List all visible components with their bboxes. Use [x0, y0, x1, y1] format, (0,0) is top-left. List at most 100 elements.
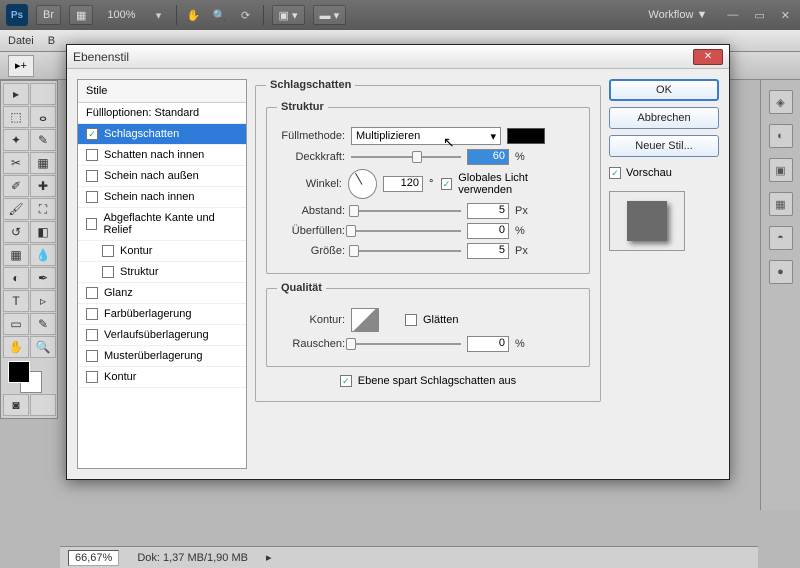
noise-slider[interactable]: [351, 337, 461, 351]
checkbox-icon[interactable]: [86, 149, 98, 161]
brush-tool[interactable]: 🖌: [3, 198, 29, 220]
current-tool-preset[interactable]: ▸+: [8, 55, 34, 77]
preview-checkbox[interactable]: ✓: [609, 167, 621, 179]
quick-select-tool[interactable]: ✎: [30, 129, 56, 151]
type-tool[interactable]: T: [3, 290, 29, 312]
eyedropper-tool[interactable]: ✐: [3, 175, 29, 197]
blur-tool[interactable]: 💧: [30, 244, 56, 266]
hand-icon[interactable]: ✋: [185, 9, 203, 22]
cancel-button[interactable]: Abbrechen: [609, 107, 719, 129]
notes-tool[interactable]: ✎: [30, 313, 56, 335]
crop-tool[interactable]: ✂: [3, 152, 29, 174]
zoom-icon[interactable]: 🔍: [211, 9, 229, 22]
size-slider[interactable]: [351, 244, 461, 258]
blend-mode-dropdown[interactable]: Multiplizieren▾: [351, 127, 501, 145]
distance-slider[interactable]: [351, 204, 461, 218]
marquee-tool[interactable]: ⬚: [3, 106, 29, 128]
eraser-tool[interactable]: ◧: [30, 221, 56, 243]
style-bevel-contour[interactable]: Kontur: [78, 241, 246, 262]
style-drop-shadow[interactable]: ✓Schlagschatten: [78, 124, 246, 145]
opacity-input[interactable]: 60: [467, 149, 509, 165]
style-blending-options[interactable]: Füllloptionen: Standard: [78, 103, 246, 124]
opacity-slider[interactable]: [351, 150, 461, 164]
style-inner-glow[interactable]: Schein nach innen: [78, 187, 246, 208]
view-extras-button[interactable]: ▦: [69, 5, 93, 25]
masks-panel-icon[interactable]: ▣: [769, 158, 793, 182]
knockout-checkbox[interactable]: ✓: [340, 375, 352, 387]
path-tool[interactable]: ▹: [30, 290, 56, 312]
quick-mask[interactable]: ◙: [3, 394, 29, 416]
rotate-icon[interactable]: ⟳: [237, 9, 255, 22]
menu-edit[interactable]: B: [48, 35, 55, 47]
status-arrow-icon[interactable]: ▸: [266, 551, 272, 564]
style-stroke[interactable]: Kontur: [78, 367, 246, 388]
chevron-down-icon[interactable]: ▾: [150, 9, 168, 22]
checkbox-icon[interactable]: [102, 245, 114, 257]
style-outer-glow[interactable]: Schein nach außen: [78, 166, 246, 187]
move-tool[interactable]: ▸: [3, 83, 29, 105]
bridge-button[interactable]: Br: [36, 5, 61, 25]
info-panel-icon[interactable]: ●: [769, 260, 793, 284]
noise-input[interactable]: 0: [467, 336, 509, 352]
checkbox-icon[interactable]: ✓: [86, 128, 98, 140]
global-light-checkbox[interactable]: ✓: [441, 178, 453, 190]
checkbox-icon[interactable]: [86, 350, 98, 362]
arrange-button[interactable]: ▣ ▾: [272, 5, 305, 25]
close-icon[interactable]: ✕: [777, 9, 794, 22]
status-zoom[interactable]: 66,67%: [68, 550, 119, 566]
style-bevel-texture[interactable]: Struktur: [78, 262, 246, 283]
gradient-tool[interactable]: ▦: [3, 244, 29, 266]
checkbox-icon[interactable]: [102, 266, 114, 278]
shape-tool[interactable]: ▭: [3, 313, 29, 335]
new-style-button[interactable]: Neuer Stil...: [609, 135, 719, 157]
checkbox-icon[interactable]: [86, 308, 98, 320]
checkbox-icon[interactable]: [86, 170, 98, 182]
styles-panel-icon[interactable]: ◓: [769, 226, 793, 250]
zoom-tool[interactable]: 🔍: [30, 336, 56, 358]
checkbox-icon[interactable]: [86, 191, 98, 203]
swatches-panel-icon[interactable]: ▦: [769, 192, 793, 216]
checkbox-icon[interactable]: [86, 287, 98, 299]
checkbox-icon[interactable]: [86, 218, 97, 230]
dodge-tool[interactable]: ◐: [3, 267, 29, 289]
distance-input[interactable]: 5: [467, 203, 509, 219]
style-satin[interactable]: Glanz: [78, 283, 246, 304]
lasso-tool[interactable]: ⴰ: [30, 106, 56, 128]
angle-input[interactable]: 120: [383, 176, 423, 192]
minimize-icon[interactable]: —: [723, 9, 742, 21]
angle-dial[interactable]: [348, 169, 377, 199]
style-gradient-overlay[interactable]: Verlaufsüberlagerung: [78, 325, 246, 346]
history-brush-tool[interactable]: ↺: [3, 221, 29, 243]
close-icon[interactable]: ✕: [693, 49, 723, 65]
style-color-overlay[interactable]: Farbüberlagerung: [78, 304, 246, 325]
hand-tool[interactable]: ✋: [3, 336, 29, 358]
checkbox-icon[interactable]: [86, 371, 98, 383]
screen-mode-button[interactable]: ▬ ▾: [313, 5, 347, 25]
restore-icon[interactable]: ▭: [750, 9, 768, 22]
stamp-tool[interactable]: ⛶: [30, 198, 56, 220]
styles-header[interactable]: Stile: [78, 80, 246, 103]
heal-tool[interactable]: ✚: [30, 175, 56, 197]
slice-tool[interactable]: ▦: [30, 152, 56, 174]
shadow-color-chip[interactable]: [507, 128, 545, 144]
wand-tool[interactable]: ✦: [3, 129, 29, 151]
menu-file[interactable]: Datei: [8, 35, 34, 47]
dialog-titlebar[interactable]: Ebenenstil ✕: [67, 45, 729, 69]
color-swatches[interactable]: [3, 359, 56, 393]
style-pattern-overlay[interactable]: Musterüberlagerung: [78, 346, 246, 367]
style-inner-shadow[interactable]: Schatten nach innen: [78, 145, 246, 166]
style-bevel[interactable]: Abgeflachte Kante und Relief: [78, 208, 246, 241]
pen-tool[interactable]: ✒: [30, 267, 56, 289]
antialias-checkbox[interactable]: [405, 314, 417, 326]
workspace-switcher[interactable]: Workflow ▼: [640, 6, 715, 24]
layers-panel-icon[interactable]: ◈: [769, 90, 793, 114]
ok-button[interactable]: OK: [609, 79, 719, 101]
contour-picker[interactable]: [351, 308, 379, 332]
checkbox-icon[interactable]: [86, 329, 98, 341]
noise-label: Rauschen:: [277, 338, 345, 350]
spread-slider[interactable]: [351, 224, 461, 238]
adjustments-panel-icon[interactable]: ◐: [769, 124, 793, 148]
zoom-level[interactable]: 100%: [107, 9, 135, 21]
size-input[interactable]: 5: [467, 243, 509, 259]
spread-input[interactable]: 0: [467, 223, 509, 239]
